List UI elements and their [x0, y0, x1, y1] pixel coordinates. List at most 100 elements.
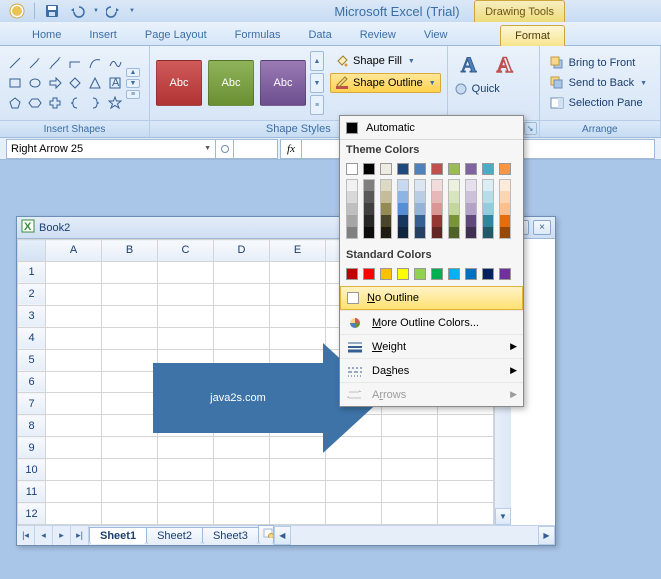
send-to-back-button[interactable]: Send to Back▼: [546, 74, 650, 92]
row-header[interactable]: 8: [18, 415, 46, 437]
color-swatch[interactable]: [346, 215, 358, 227]
color-swatch[interactable]: [363, 227, 375, 239]
cell[interactable]: [270, 459, 326, 481]
rbrace-icon[interactable]: [86, 94, 104, 112]
cell[interactable]: [214, 459, 270, 481]
star-icon[interactable]: [106, 94, 124, 112]
row-header[interactable]: 10: [18, 459, 46, 481]
cell[interactable]: [438, 503, 494, 525]
color-swatch[interactable]: [482, 268, 494, 280]
wordart-launcher[interactable]: ↘: [524, 122, 537, 135]
cell[interactable]: [382, 459, 438, 481]
cell[interactable]: [102, 459, 158, 481]
cell[interactable]: [46, 349, 102, 371]
cell[interactable]: [382, 437, 438, 459]
color-swatch[interactable]: [482, 227, 494, 239]
bring-to-front-button[interactable]: Bring to Front: [546, 54, 650, 72]
freeform-icon[interactable]: [106, 54, 124, 72]
color-swatch[interactable]: [380, 203, 392, 215]
color-swatch[interactable]: [397, 227, 409, 239]
cell[interactable]: [214, 503, 270, 525]
color-swatch[interactable]: [499, 227, 511, 239]
cell[interactable]: [270, 305, 326, 327]
text-outline-button[interactable]: A: [490, 50, 520, 80]
cell[interactable]: [438, 459, 494, 481]
text-fill-button[interactable]: A: [454, 50, 484, 80]
automatic-item[interactable]: Automatic: [340, 116, 523, 140]
cell[interactable]: [102, 371, 158, 393]
color-swatch[interactable]: [397, 215, 409, 227]
color-swatch[interactable]: [397, 203, 409, 215]
shape-styles-gallery[interactable]: Abc Abc Abc: [156, 60, 306, 106]
color-swatch[interactable]: [431, 268, 443, 280]
cell[interactable]: [438, 437, 494, 459]
weight-item[interactable]: Weight ▶: [340, 334, 523, 358]
tab-review[interactable]: Review: [346, 25, 410, 45]
style-swatch-3[interactable]: Abc: [260, 60, 306, 106]
cell[interactable]: [46, 481, 102, 503]
color-swatch[interactable]: [397, 268, 409, 280]
right-arrow-icon[interactable]: [46, 74, 64, 92]
cell[interactable]: [270, 261, 326, 283]
cell[interactable]: [270, 481, 326, 503]
expand-namebox-icon[interactable]: [220, 144, 230, 154]
color-swatch[interactable]: [380, 227, 392, 239]
tab-format[interactable]: Format: [500, 25, 565, 46]
sheet-tab[interactable]: Sheet1: [89, 527, 147, 544]
styles-up[interactable]: ▲: [310, 51, 324, 71]
col-header[interactable]: B: [102, 240, 158, 262]
color-swatch[interactable]: [499, 191, 511, 203]
shapes-more[interactable]: ≡: [126, 90, 140, 99]
pentagon-icon[interactable]: [6, 94, 24, 112]
color-swatch[interactable]: [482, 179, 494, 191]
cell[interactable]: [46, 393, 102, 415]
color-swatch[interactable]: [414, 203, 426, 215]
scroll-down[interactable]: ▼: [495, 508, 511, 525]
cell[interactable]: [102, 437, 158, 459]
arrow-line-icon[interactable]: [26, 54, 44, 72]
col-header[interactable]: E: [270, 240, 326, 262]
color-swatch[interactable]: [448, 203, 460, 215]
cell[interactable]: [158, 503, 214, 525]
color-swatch[interactable]: [465, 163, 477, 175]
new-sheet-button[interactable]: [258, 525, 274, 544]
color-swatch[interactable]: [414, 163, 426, 175]
color-swatch[interactable]: [431, 179, 443, 191]
chevron-down-icon[interactable]: ▼: [204, 145, 211, 152]
col-header[interactable]: D: [214, 240, 270, 262]
redo-button[interactable]: [103, 2, 125, 20]
cell[interactable]: [102, 481, 158, 503]
row-header[interactable]: 5: [18, 349, 46, 371]
cell[interactable]: [46, 459, 102, 481]
cell[interactable]: [382, 415, 438, 437]
color-swatch[interactable]: [346, 191, 358, 203]
color-swatch[interactable]: [448, 191, 460, 203]
undo-button[interactable]: [67, 2, 89, 20]
color-swatch[interactable]: [431, 227, 443, 239]
cell[interactable]: [214, 261, 270, 283]
cell[interactable]: [46, 283, 102, 305]
row-header[interactable]: 3: [18, 305, 46, 327]
cell[interactable]: [214, 481, 270, 503]
cell[interactable]: [102, 283, 158, 305]
triangle-icon[interactable]: [86, 74, 104, 92]
style-swatch-1[interactable]: Abc: [156, 60, 202, 106]
cell[interactable]: [46, 437, 102, 459]
cell[interactable]: [46, 371, 102, 393]
curve-icon[interactable]: [86, 54, 104, 72]
color-swatch[interactable]: [346, 203, 358, 215]
cell[interactable]: [46, 327, 102, 349]
color-swatch[interactable]: [465, 191, 477, 203]
cell[interactable]: [214, 283, 270, 305]
tab-insert[interactable]: Insert: [75, 25, 131, 45]
cell[interactable]: [102, 305, 158, 327]
color-swatch[interactable]: [363, 191, 375, 203]
cross-icon[interactable]: [46, 94, 64, 112]
textbox-icon[interactable]: A: [106, 74, 124, 92]
tab-data[interactable]: Data: [294, 25, 345, 45]
cell[interactable]: [326, 503, 382, 525]
color-swatch[interactable]: [431, 215, 443, 227]
color-swatch[interactable]: [499, 163, 511, 175]
tab-home[interactable]: Home: [18, 25, 75, 45]
line-icon[interactable]: [6, 54, 24, 72]
